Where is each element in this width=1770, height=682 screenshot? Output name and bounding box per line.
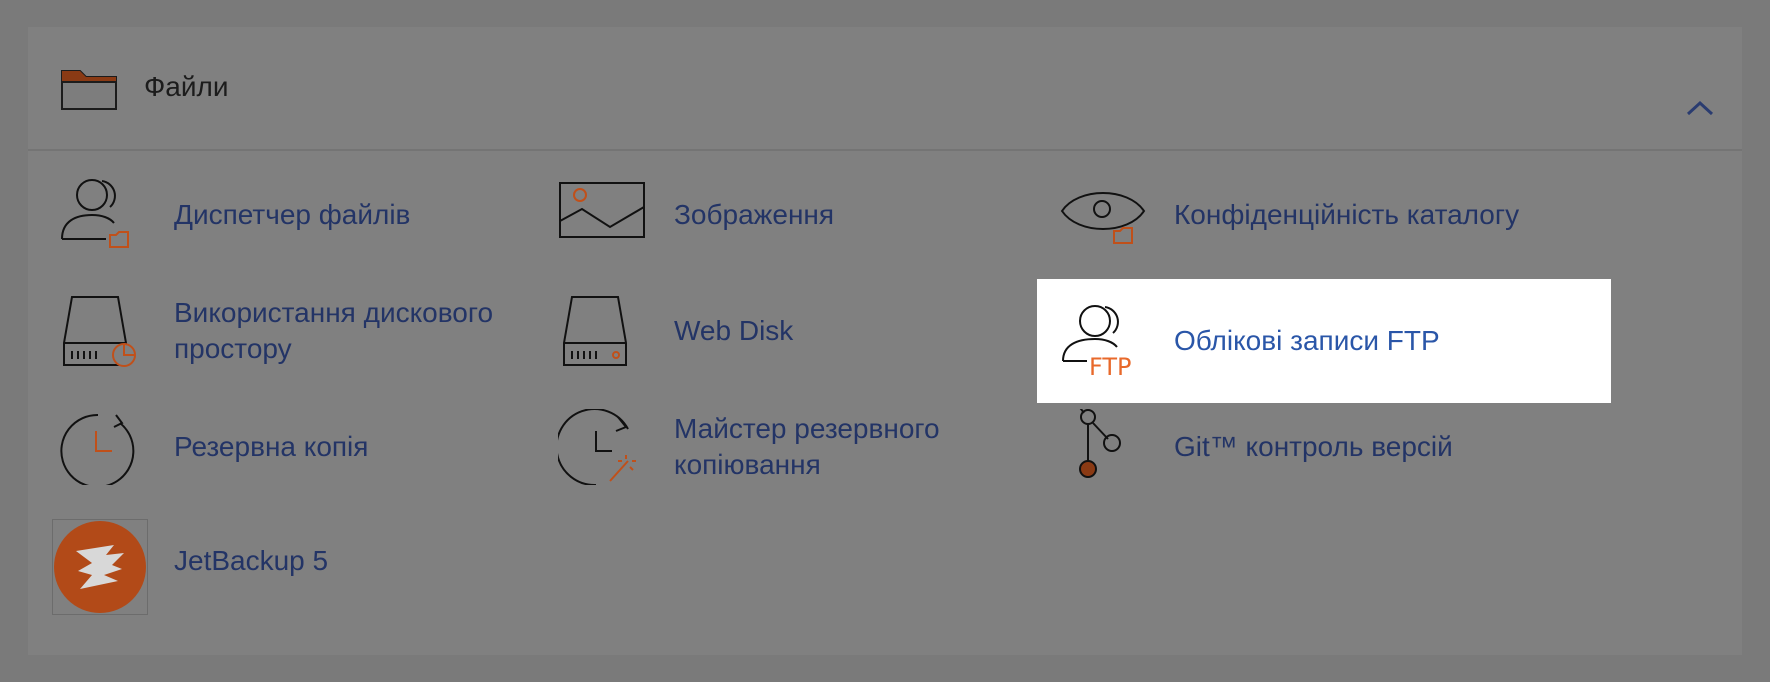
ftp-icon-text: FTP bbox=[1089, 353, 1132, 379]
images-icon bbox=[558, 177, 648, 253]
folder-icon bbox=[60, 67, 118, 111]
item-jetbackup[interactable]: JetBackup 5 bbox=[28, 499, 518, 621]
item-backup-wizard[interactable]: Майстер резервного копіювання bbox=[528, 385, 1008, 509]
disk-usage-icon bbox=[58, 293, 148, 369]
item-label: Конфіденційність каталогу bbox=[1174, 199, 1520, 230]
backup-icon bbox=[58, 409, 148, 485]
section-title: Файли bbox=[144, 71, 229, 102]
item-directory-privacy[interactable]: Конфіденційність каталогу bbox=[1028, 153, 1728, 277]
item-git[interactable]: Git™ контроль версій bbox=[1028, 385, 1728, 509]
item-label: Git™ контроль версій bbox=[1174, 431, 1453, 462]
directory-privacy-icon bbox=[1058, 177, 1148, 253]
item-label: Використання дискового простору bbox=[174, 297, 494, 364]
file-manager-icon bbox=[58, 177, 148, 253]
item-label: JetBackup 5 bbox=[174, 545, 329, 576]
panel-header[interactable]: Файли bbox=[28, 27, 1742, 151]
item-label: Web Disk bbox=[674, 315, 794, 346]
item-disk-usage[interactable]: Використання дискового простору bbox=[28, 269, 518, 393]
files-panel: Файли Диспетчер файлів Зображення Конфід… bbox=[28, 27, 1742, 655]
ftp-accounts-icon: FTP bbox=[1059, 303, 1149, 379]
chevron-up-icon bbox=[1686, 100, 1714, 116]
git-icon bbox=[1058, 409, 1148, 485]
item-web-disk[interactable]: Web Disk bbox=[528, 269, 1008, 393]
item-file-manager[interactable]: Диспетчер файлів bbox=[28, 153, 518, 277]
item-images[interactable]: Зображення bbox=[528, 153, 1008, 277]
item-label: Диспетчер файлів bbox=[174, 199, 411, 230]
backup-wizard-icon bbox=[558, 409, 648, 485]
item-label: Майстер резервного копіювання bbox=[674, 413, 940, 480]
web-disk-icon bbox=[558, 293, 648, 369]
item-label: Зображення bbox=[674, 199, 835, 230]
jetbackup-logo-icon bbox=[52, 519, 148, 615]
item-backup[interactable]: Резервна копія bbox=[28, 385, 518, 509]
collapse-button[interactable] bbox=[1680, 93, 1720, 123]
item-label: Резервна копія bbox=[174, 431, 369, 462]
